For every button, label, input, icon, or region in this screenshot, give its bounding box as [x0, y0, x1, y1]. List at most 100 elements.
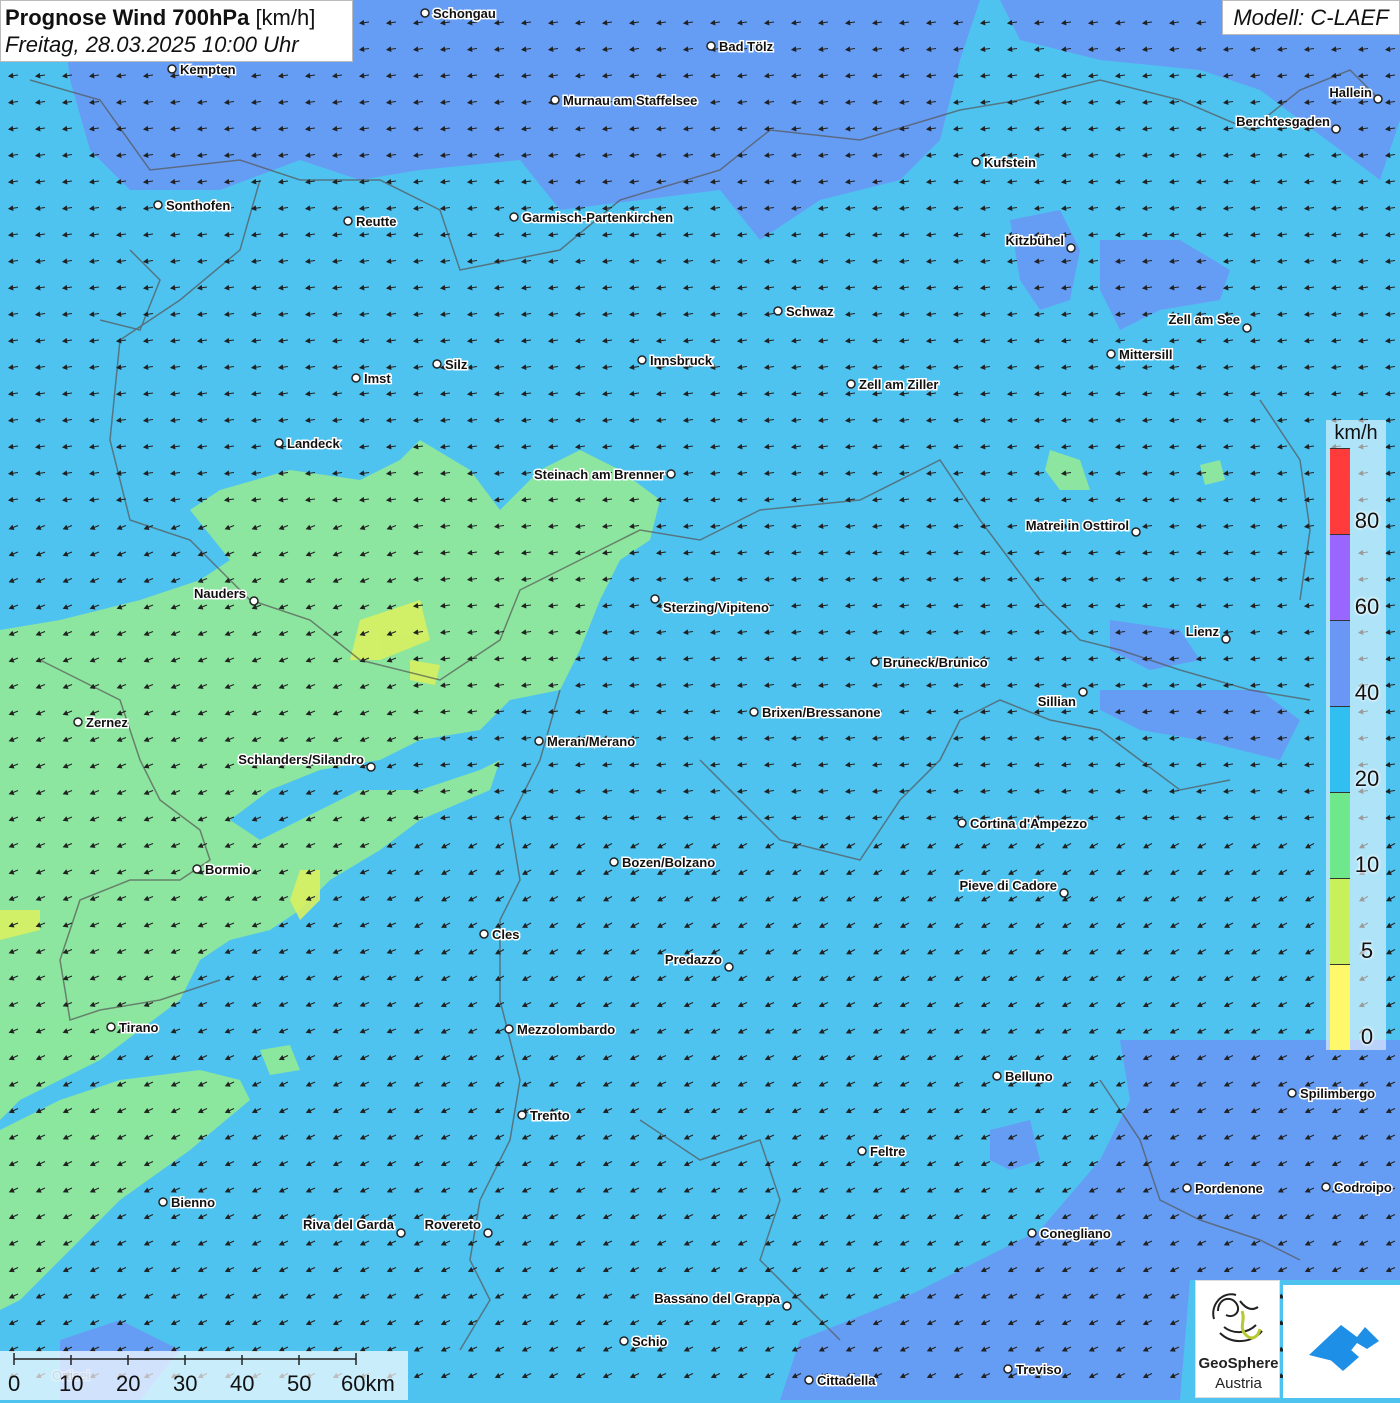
city-label: Landeck [287, 436, 341, 451]
legend-label: 10 [1354, 852, 1380, 877]
city-dot [167, 64, 177, 74]
city-label: Belluno [1005, 1069, 1053, 1084]
city-label: Innsbruck [650, 353, 713, 368]
scale-label: 50 [287, 1371, 312, 1396]
city-dot [1131, 527, 1141, 537]
city-dot [992, 1071, 1002, 1081]
city-dot [192, 864, 202, 874]
city-label: Riva del Garda [303, 1217, 395, 1232]
legend-label: 60 [1354, 594, 1380, 619]
legend-label: 5 [1360, 938, 1374, 963]
city-dot [1027, 1228, 1037, 1238]
city-marker: Conegliano [1027, 1225, 1112, 1243]
city-dot [274, 438, 284, 448]
city-dot [706, 41, 716, 51]
city-dot [432, 359, 442, 369]
city-label: Treviso [1016, 1362, 1062, 1377]
city-dot [846, 379, 856, 389]
city-label: Mezzolombardo [517, 1022, 615, 1037]
map-date: Freitag, 28.03.2025 10:00 Uhr [5, 32, 299, 57]
logo-name: GeoSphere [1198, 1355, 1279, 1372]
scale-label: 0 [8, 1371, 21, 1396]
legend-color-band [1330, 792, 1350, 878]
legend-unit: km/h [1334, 422, 1378, 444]
city-marker: Brixen/Bressanone [749, 704, 882, 722]
map-title: Prognose Wind 700hPa [km/h] [5, 4, 348, 32]
city-label: Bormio [205, 862, 251, 877]
city-dot [517, 1110, 527, 1120]
city-marker: Schongau [420, 5, 497, 23]
city-dot [724, 962, 734, 972]
legend-color-band [1330, 620, 1350, 706]
legend-label: 80 [1354, 508, 1380, 533]
city-dot [1059, 888, 1069, 898]
city-dot [773, 306, 783, 316]
city-marker: Mezzolombardo [504, 1021, 617, 1039]
city-label: Kufstein [984, 155, 1036, 170]
wind-map: Schongau Bad Tölz Kempten Murnau am Staffel… [0, 0, 1400, 1400]
scale-label: 10 [59, 1371, 84, 1396]
city-label: Rovereto [425, 1217, 481, 1232]
city-dot [1373, 94, 1383, 104]
city-label: Sterzing/Vipiteno [663, 600, 769, 615]
city-label: Sonthofen [166, 198, 230, 213]
geosphere-logo[interactable]: GeoSphere Austria [1195, 1280, 1280, 1398]
city-dot [870, 657, 880, 667]
logo-sub: Austria [1215, 1375, 1262, 1392]
city-dot [971, 157, 981, 167]
mountain-logo-icon [1309, 1325, 1379, 1371]
city-label: Cittadella [817, 1373, 876, 1388]
city-label: Zell am See [1168, 312, 1240, 327]
city-label: Zell am Ziller [859, 377, 938, 392]
city-marker: Garmisch-Partenkirchen [509, 209, 675, 227]
map-title-main: Prognose Wind 700hPa [5, 5, 250, 30]
city-label: Predazzo [665, 952, 722, 967]
city-dot [749, 707, 759, 717]
city-dot [1003, 1364, 1013, 1374]
city-dot [782, 1301, 792, 1311]
city-dot [857, 1146, 867, 1156]
city-dot [504, 1024, 514, 1034]
legend-label: 0 [1360, 1024, 1374, 1049]
city-label: Brixen/Bressanone [762, 705, 881, 720]
city-label: Bozen/Bolzano [622, 855, 715, 870]
city-marker: Bozen/Bolzano [609, 854, 717, 872]
scale-label: 40 [230, 1371, 255, 1396]
legend-color-band [1330, 448, 1350, 534]
city-dot [366, 762, 376, 772]
city-label: Conegliano [1040, 1226, 1111, 1241]
city-label: Kitzbühel [1006, 233, 1065, 248]
city-label: Schongau [433, 6, 496, 21]
geosphere-emblem-icon [1212, 1293, 1263, 1342]
city-label: Schio [632, 1334, 667, 1349]
city-label: Nauders [194, 586, 246, 601]
city-label: Lienz [1186, 624, 1220, 639]
city-label: Hallein [1329, 85, 1372, 100]
city-label: Murnau am Staffelsee [563, 93, 697, 108]
city-label: Zernez [86, 715, 128, 730]
city-label: Codroipo [1334, 1180, 1392, 1195]
city-label: Tirano [119, 1020, 159, 1035]
scale-label: 60km [341, 1371, 395, 1396]
city-dot [1331, 124, 1341, 134]
city-label: Pordenone [1195, 1181, 1263, 1196]
city-dot [550, 95, 560, 105]
city-label: Cortina d'Ampezzo [970, 816, 1087, 831]
city-marker: Zell am Ziller [846, 376, 940, 394]
city-dot [666, 469, 676, 479]
map-title-unit: [km/h] [255, 5, 316, 30]
legend-bar [1330, 448, 1350, 1050]
city-dot [249, 596, 259, 606]
city-dot [483, 1228, 493, 1238]
city-dot [609, 857, 619, 867]
city-dot [1242, 323, 1252, 333]
partner-logo[interactable] [1283, 1285, 1400, 1398]
city-dot [153, 200, 163, 210]
city-marker: Spilimbergo [1287, 1085, 1377, 1103]
city-dot [73, 717, 83, 727]
city-dot [650, 594, 660, 604]
city-dot [420, 8, 430, 18]
scale-bar: 0 10 20 30 40 50 60km [0, 1351, 408, 1400]
city-dot [637, 355, 647, 365]
city-label: Garmisch-Partenkirchen [522, 210, 673, 225]
